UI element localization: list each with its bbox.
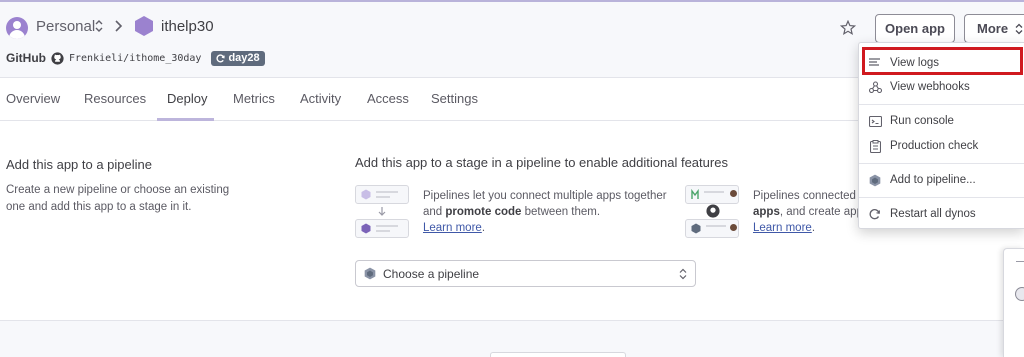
tab-settings[interactable]: Settings [431,91,478,106]
menu-separator [859,163,1024,164]
console-icon [868,114,882,128]
learn-more-link-2[interactable]: Learn more [753,222,812,234]
help-widget[interactable] [1003,248,1024,357]
app-name: ithelp30 [161,18,214,35]
more-button[interactable]: More [964,14,1024,43]
github-icon [51,51,64,65]
review-apps-illustration [685,185,741,239]
tab-metrics[interactable]: Metrics [233,91,275,106]
next-section-card [490,352,626,357]
feature-review-apps-text: Pipelines connected apps, and create app … [753,190,863,234]
github-label: GitHub [6,51,46,65]
github-repo[interactable]: Frenkieli/ithome_30day [69,53,201,64]
more-label: More [977,21,1009,36]
tab-access[interactable]: Access [367,91,409,106]
menu-item-view-webhooks[interactable]: View webhooks [859,75,1024,99]
sync-icon [216,53,226,62]
tab-activity[interactable]: Activity [300,91,341,106]
avatar[interactable] [6,17,28,39]
updown-chevron-icon [679,268,687,280]
tab-resources[interactable]: Resources [84,91,146,106]
app-hexagon-icon [135,16,153,36]
menu-item-add-to-pipeline[interactable]: Add to pipeline... [859,168,1024,192]
branch-name: day28 [228,52,260,64]
pipeline-icon [364,267,376,280]
feature-promote-text: Pipelines let you connect multiple apps … [423,190,667,234]
open-app-button[interactable]: Open app [875,14,955,43]
space-name[interactable]: Personal [36,18,95,35]
branch-badge: day28 [211,50,265,66]
tab-overview[interactable]: Overview [6,91,60,106]
chevron-right-icon [115,20,123,32]
menu-separator [859,104,1024,105]
webhooks-icon [868,80,882,94]
star-icon[interactable] [840,20,856,36]
menu-item-run-console[interactable]: Run console [859,109,1024,133]
updown-chevron-icon [1015,23,1023,34]
active-tab-indicator [157,118,214,121]
learn-more-link[interactable]: Learn more [423,222,482,234]
restart-icon [868,207,882,221]
menu-item-production-check[interactable]: Production check [859,134,1024,158]
tab-deploy[interactable]: Deploy [167,91,207,106]
updown-chevron-icon[interactable] [94,19,104,33]
menu-separator [859,197,1024,198]
pipeline-section-description: Create a new pipeline or choose an exist… [6,184,230,213]
stage-title: Add this app to a stage in a pipeline to… [355,155,728,170]
clipboard-check-icon [868,139,882,153]
choose-pipeline-select[interactable]: Choose a pipeline [355,260,696,287]
view-logs-highlight [862,47,1023,75]
pipeline-icon [868,173,882,187]
promote-illustration [355,185,411,239]
select-placeholder: Choose a pipeline [383,266,480,281]
menu-item-restart-all-dynos[interactable]: Restart all dynos [859,202,1024,226]
github-connection: GitHub Frenkieli/ithome_30day day28 [6,50,265,66]
pipeline-section-title: Add this app to a pipeline [6,157,152,172]
